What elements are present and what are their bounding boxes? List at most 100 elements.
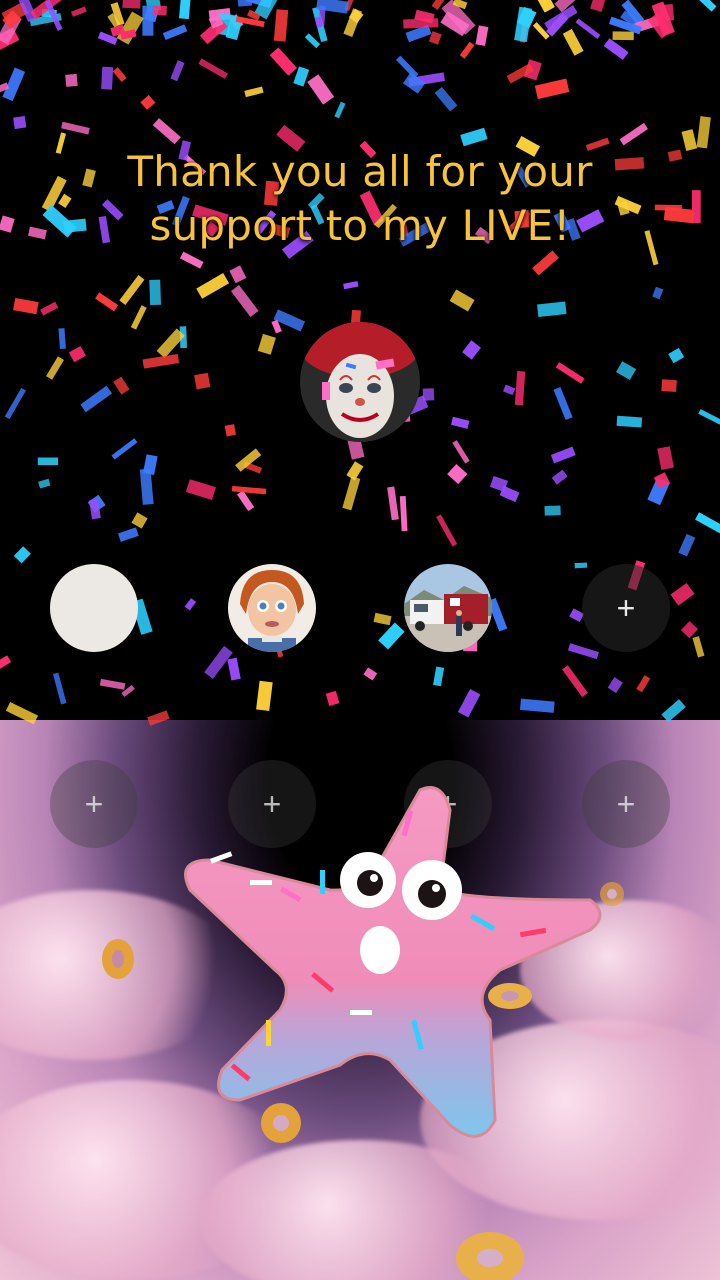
confetti-piece	[460, 127, 488, 147]
confetti-piece	[514, 371, 526, 406]
confetti-piece	[449, 289, 475, 312]
confetti-piece	[661, 699, 686, 723]
confetti-piece	[152, 5, 167, 16]
cheerio-icon	[102, 939, 134, 979]
confetti-piece	[450, 416, 470, 429]
confetti-piece	[550, 446, 576, 464]
confetti-piece	[387, 486, 399, 521]
clown-face-icon	[300, 322, 420, 442]
confetti-piece	[574, 562, 588, 569]
confetti-piece	[433, 666, 445, 687]
confetti-piece	[462, 340, 481, 360]
confetti-piece	[551, 469, 568, 485]
confetti-piece	[537, 301, 567, 317]
confetti-piece	[179, 0, 191, 20]
confetti-piece	[13, 298, 39, 315]
confetti-piece	[459, 41, 475, 59]
confetti-piece	[695, 512, 720, 535]
confetti-piece	[4, 387, 26, 420]
confetti-piece	[229, 265, 247, 284]
confetti-piece	[334, 101, 346, 119]
confetti-piece	[130, 305, 147, 330]
headline-line-1: Thank you all for your	[127, 147, 593, 196]
confetti-piece	[447, 463, 468, 485]
confetti-piece	[698, 409, 720, 425]
confetti-piece	[607, 677, 623, 694]
confetti-piece	[325, 690, 340, 707]
confetti-piece	[0, 655, 12, 672]
guest-slot-2[interactable]	[228, 564, 316, 652]
plus-icon: +	[616, 590, 636, 626]
confetti-piece	[475, 25, 489, 46]
confetti-piece	[38, 478, 51, 489]
confetti-piece	[131, 512, 148, 529]
confetti-piece	[194, 372, 211, 390]
confetti-piece	[113, 376, 130, 395]
confetti-piece	[224, 424, 236, 437]
confetti-piece	[198, 58, 229, 80]
confetti-piece	[149, 279, 162, 306]
confetti-piece	[678, 533, 696, 557]
confetti-piece	[122, 0, 141, 9]
confetti-piece	[117, 527, 139, 542]
confetti-piece	[65, 73, 78, 87]
confetti-piece	[343, 281, 359, 290]
plus-icon: +	[84, 786, 104, 822]
confetti-piece	[434, 86, 458, 112]
confetti-piece	[273, 9, 289, 42]
confetti-piece	[184, 598, 197, 611]
doll-face-icon	[228, 564, 316, 652]
confetti-piece	[257, 333, 276, 355]
confetti-piece	[562, 665, 588, 698]
confetti-piece	[140, 94, 156, 110]
confetti-piece	[68, 346, 86, 363]
confetti-piece	[514, 6, 533, 42]
confetti-piece	[304, 33, 321, 49]
confetti-piece	[244, 86, 264, 98]
confetti-piece	[342, 476, 361, 511]
confetti-piece	[13, 546, 31, 564]
confetti-piece	[256, 680, 273, 711]
confetti-piece	[237, 0, 253, 7]
confetti-piece	[52, 672, 67, 705]
confetti-piece	[652, 286, 664, 300]
confetti-piece	[567, 643, 599, 660]
confetti-piece	[101, 66, 114, 90]
confetti-piece	[40, 301, 59, 316]
confetti-piece	[61, 121, 90, 135]
confetti-piece	[590, 0, 607, 13]
confetti-piece	[269, 47, 297, 76]
confetti-piece	[95, 292, 119, 312]
confetti-piece	[396, 55, 419, 79]
confetti-piece	[227, 657, 241, 681]
confetti-piece	[99, 678, 126, 690]
confetti-piece	[575, 18, 601, 39]
confetti-piece	[80, 385, 113, 413]
confetti-piece	[534, 78, 570, 100]
confetti-piece	[555, 362, 585, 384]
confetti-piece	[147, 710, 170, 726]
confetti-piece	[657, 446, 674, 470]
confetti-piece	[373, 612, 392, 626]
confetti-piece	[612, 31, 634, 41]
guest-slot-4[interactable]: +	[582, 564, 670, 652]
guest-slot-3[interactable]	[404, 564, 492, 652]
star-donut-character	[184, 786, 602, 1138]
confetti-piece	[293, 66, 310, 87]
confetti-piece	[668, 347, 685, 364]
guest-slot-5[interactable]: +	[50, 760, 138, 848]
thank-you-headline: Thank you all for your support to my LIV…	[0, 145, 720, 253]
confetti-piece	[196, 273, 230, 299]
confetti-piece	[616, 361, 637, 381]
confetti-piece	[363, 667, 378, 681]
confetti-piece	[237, 490, 255, 512]
confetti-piece	[696, 116, 711, 149]
confetti-piece	[142, 353, 180, 369]
confetti-piece	[692, 0, 717, 12]
guest-slot-1[interactable]	[50, 564, 138, 652]
confetti-piece	[170, 60, 185, 82]
confetti-piece	[378, 622, 405, 650]
live-stage: Thank you all for your support to my LIV…	[0, 0, 720, 1280]
host-avatar[interactable]	[300, 322, 420, 442]
cheerio-icon	[456, 1232, 524, 1280]
